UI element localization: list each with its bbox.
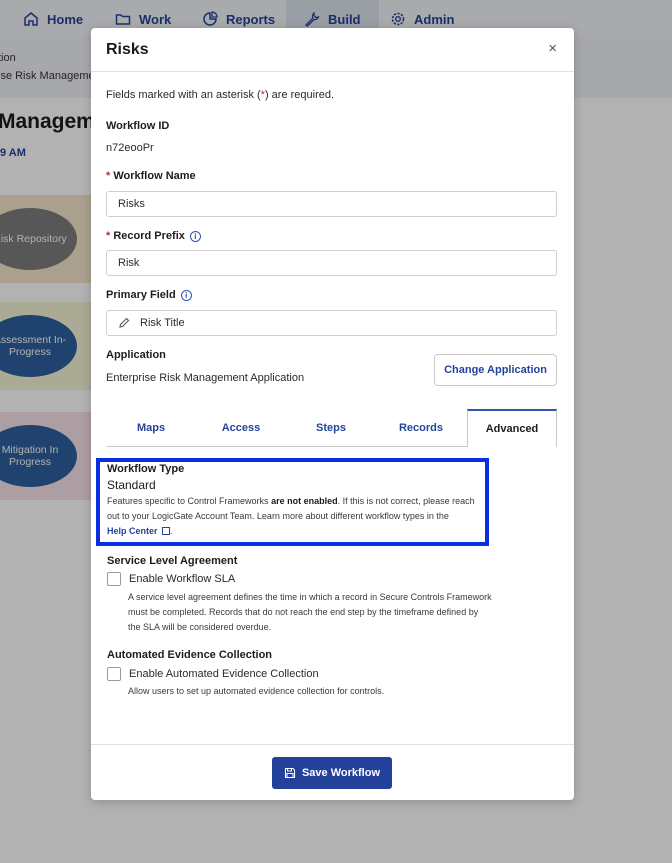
workflow-name-label: * Workflow Name bbox=[106, 170, 196, 182]
sla-description: A service level agreement defines the ti… bbox=[128, 590, 528, 635]
help-center-link[interactable]: Help Center bbox=[107, 526, 171, 536]
modal-header: Risks × bbox=[91, 28, 574, 72]
workflow-type-description: Features specific to Control Frameworks … bbox=[107, 496, 475, 536]
application-label-text: Application bbox=[106, 349, 166, 361]
tab-records[interactable]: Records bbox=[376, 409, 466, 447]
description-text: Features specific to Control Frameworks bbox=[107, 496, 272, 506]
close-icon[interactable]: × bbox=[548, 41, 557, 56]
aec-description: Allow users to set up automated evidence… bbox=[128, 686, 385, 696]
pencil-icon bbox=[119, 317, 130, 328]
primary-field-label-text: Primary Field bbox=[106, 289, 176, 301]
workflow-type-label: Workflow Type bbox=[107, 463, 185, 475]
save-workflow-label: Save Workflow bbox=[301, 767, 381, 779]
description-text: must be completed. Records that do not r… bbox=[128, 607, 479, 617]
primary-field-label: Primary Field i bbox=[106, 289, 192, 301]
info-icon[interactable]: i bbox=[180, 289, 192, 301]
sla-section-label: Service Level Agreement bbox=[107, 555, 238, 567]
save-workflow-button[interactable]: Save Workflow bbox=[272, 757, 392, 789]
aec-section-label: Automated Evidence Collection bbox=[107, 649, 273, 661]
enable-aec-label[interactable]: Enable Automated Evidence Collection bbox=[129, 668, 319, 680]
application-label: Application bbox=[106, 349, 166, 361]
modal-title: Risks bbox=[106, 41, 149, 58]
record-prefix-label-text: Record Prefix bbox=[113, 230, 185, 242]
workflow-type-value: Standard bbox=[107, 478, 156, 492]
change-application-button[interactable]: Change Application bbox=[434, 354, 557, 386]
tab-maps[interactable]: Maps bbox=[106, 409, 196, 447]
enable-aec-checkbox[interactable] bbox=[107, 667, 121, 681]
record-prefix-value: Risk bbox=[118, 257, 140, 269]
tab-access[interactable]: Access bbox=[196, 409, 286, 447]
info-icon[interactable]: i bbox=[189, 230, 201, 242]
primary-field-selector[interactable]: Risk Title bbox=[106, 310, 557, 336]
description-text: A service level agreement defines the ti… bbox=[128, 592, 492, 602]
modal-footer-divider bbox=[91, 744, 574, 745]
required-note-text: Fields marked with an asterisk ( bbox=[106, 89, 261, 101]
external-link-icon bbox=[162, 527, 171, 535]
required-asterisk: * bbox=[106, 170, 111, 182]
description-emphasis: are not enabled bbox=[271, 496, 338, 506]
required-asterisk: * bbox=[106, 230, 111, 242]
sla-checkbox-row[interactable]: Enable Workflow SLA bbox=[107, 572, 235, 586]
tab-advanced[interactable]: Advanced bbox=[467, 409, 557, 447]
workflow-id-label: Workflow ID bbox=[106, 120, 169, 132]
enable-sla-checkbox[interactable] bbox=[107, 572, 121, 586]
aec-checkbox-row[interactable]: Enable Automated Evidence Collection bbox=[107, 667, 319, 681]
workflow-id-label-text: Workflow ID bbox=[106, 120, 170, 132]
application-value: Enterprise Risk Management Application bbox=[106, 372, 305, 384]
workflow-name-value: Risks bbox=[118, 198, 145, 210]
description-text: the SLA will be considered overdue. bbox=[128, 622, 272, 632]
primary-field-value: Risk Title bbox=[140, 317, 185, 329]
settings-tabs: Maps Access Steps Records Advanced bbox=[106, 409, 557, 447]
workflow-name-label-text: Workflow Name bbox=[113, 170, 196, 182]
record-prefix-label: * Record Prefix i bbox=[106, 230, 201, 242]
workflow-id-value: n72eooPr bbox=[106, 142, 154, 154]
workflow-settings-modal: Risks × Fields marked with an asterisk (… bbox=[91, 28, 574, 800]
enable-sla-label[interactable]: Enable Workflow SLA bbox=[129, 573, 235, 585]
required-note-text-end: ) are required. bbox=[264, 89, 335, 101]
description-text: . If this is not correct, please reach bbox=[337, 496, 475, 506]
tab-steps[interactable]: Steps bbox=[286, 409, 376, 447]
record-prefix-input[interactable]: Risk bbox=[106, 250, 557, 276]
workflow-name-input[interactable]: Risks bbox=[106, 191, 557, 217]
required-fields-note: Fields marked with an asterisk (*) are r… bbox=[106, 89, 334, 101]
save-disk-icon bbox=[284, 767, 296, 779]
description-text: out to your LogicGate Account Team. Lear… bbox=[107, 511, 449, 521]
help-center-label: Help Center bbox=[107, 526, 158, 536]
